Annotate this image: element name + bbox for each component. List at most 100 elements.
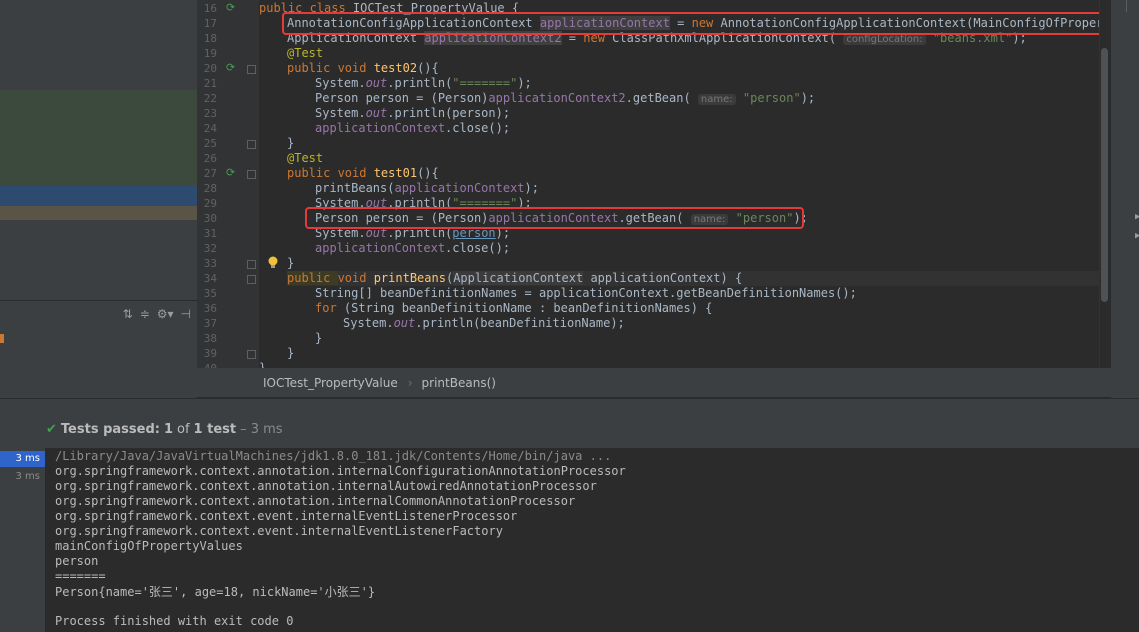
breadcrumb: IOCTest_PropertyValue › printBeans()	[197, 368, 1111, 397]
pin-icon[interactable]: ⊣	[181, 307, 191, 321]
run-test-icon[interactable]: ⟳	[226, 2, 238, 14]
code-line-29: System.out.println("=======");	[315, 196, 532, 211]
lightbulb-icon[interactable]	[268, 256, 278, 270]
editor-gutter: 16 17 18 19 20 21 22 23 24 25 26 27 28 29 30 31 32 33 34 35…	[197, 0, 259, 375]
line-number: 31	[203, 227, 217, 240]
console-line: =======	[55, 569, 106, 583]
code-line-26: @Test	[287, 151, 323, 166]
code-line-36: for (String beanDefinitionName : beanDef…	[315, 301, 712, 316]
code-line-24: applicationContext.close();	[315, 121, 510, 136]
code-token: );	[495, 226, 511, 240]
line-number: 39	[203, 347, 217, 360]
code-token: (String beanDefinitionName : beanDefinit…	[343, 301, 713, 315]
code-token: applicationContext) {	[583, 271, 743, 285]
code-token[interactable]: person	[452, 226, 495, 240]
code-token: );	[517, 196, 532, 210]
code-token: AnnotationConfigApplicationContext	[287, 16, 540, 30]
code-line-17: AnnotationConfigApplicationContext appli…	[287, 16, 1099, 31]
code-token: }	[259, 361, 267, 368]
breadcrumb-class[interactable]: IOCTest_PropertyValue	[263, 376, 398, 390]
code-token: applicationContext	[539, 16, 670, 30]
code-line-31: System.out.println(person);	[315, 226, 510, 241]
expand-arrow-icon[interactable]: ▶	[1135, 212, 1139, 222]
fold-marker-icon[interactable]	[247, 275, 256, 284]
fold-marker-icon[interactable]	[247, 140, 256, 149]
code-line-30: Person person = (Person)applicationConte…	[315, 211, 808, 226]
code-token: }	[315, 331, 323, 345]
code-token: AnnotationConfigApplicationContext(MainC…	[720, 16, 1099, 30]
line-number: 34	[203, 272, 217, 285]
fold-marker-icon[interactable]	[247, 65, 256, 74]
fold-marker-icon[interactable]	[247, 170, 256, 179]
console-output[interactable]: /Library/Java/JavaVirtualMachines/jdk1.8…	[46, 448, 1139, 632]
code-token: public class	[259, 1, 353, 15]
line-number: 18	[203, 32, 217, 45]
code-token: .println(	[387, 196, 453, 210]
code-token: applicationContext	[488, 211, 619, 225]
code-line-23: System.out.println(person);	[315, 106, 510, 121]
line-number: 37	[203, 317, 217, 330]
code-line-34: public void printBeans(ApplicationContex…	[287, 271, 1099, 286]
split-icon[interactable]: ≑	[140, 307, 150, 321]
line-number: 27	[203, 167, 217, 180]
code-token: }	[287, 346, 295, 360]
line-number: 35	[203, 287, 217, 300]
console-line: Person{name='张三', age=18, nickName='小张三'…	[55, 585, 376, 599]
expand-arrow-icon[interactable]: ▶	[1135, 231, 1139, 241]
line-number: 38	[203, 332, 217, 345]
code-token: System.	[343, 316, 394, 330]
code-line-20: public void test02(){	[287, 61, 439, 76]
scrollbar-thumb[interactable]	[1101, 48, 1108, 302]
align-icon[interactable]: ⇅	[123, 307, 133, 321]
code-token: System.	[315, 76, 366, 90]
divider	[1126, 0, 1127, 12]
code-token: Person person = (Person)	[315, 211, 489, 225]
line-number: 29	[203, 197, 217, 210]
of-text: of	[177, 422, 190, 437]
line-number: 32	[203, 242, 217, 255]
annotation: @Test	[287, 46, 324, 60]
line-number: 25	[203, 137, 217, 150]
code-token: public void	[287, 61, 374, 75]
fold-marker-icon[interactable]	[247, 350, 256, 359]
code-token: applicationContext2	[424, 31, 562, 45]
code-token: );	[800, 91, 816, 105]
code-token: (){	[417, 61, 439, 75]
method-name: test02	[373, 61, 418, 75]
code-token: applicationContext	[394, 181, 525, 195]
code-token: .getBean(	[625, 91, 698, 105]
fold-marker-icon[interactable]	[247, 260, 256, 269]
test-tree-item[interactable]: 3 ms	[0, 451, 45, 467]
code-token: .println(	[387, 76, 453, 90]
code-line-39: }	[287, 346, 294, 361]
code-token: String[] beanDefinitionNames = applicati…	[315, 286, 857, 300]
check-icon: ✔	[46, 422, 57, 437]
code-token: .println(beanDefinitionName);	[415, 316, 625, 330]
code-token: );	[517, 76, 532, 90]
line-number: 28	[203, 182, 217, 195]
code-token: out	[393, 316, 416, 330]
code-line-33: }	[287, 256, 294, 271]
project-tree-row[interactable]	[0, 206, 197, 220]
parameter-hint: configLocation:	[843, 34, 926, 45]
run-test-icon[interactable]: ⟳	[226, 167, 238, 179]
code-editor[interactable]: public class IOCTest_PropertyValue { Ann…	[259, 0, 1099, 368]
code-token: =	[561, 31, 584, 45]
code-token: }	[287, 256, 295, 270]
code-token: applicationContext2	[488, 91, 626, 105]
test-tree-item[interactable]: 3 ms	[0, 469, 45, 485]
breadcrumb-method[interactable]: printBeans()	[422, 376, 496, 390]
code-line-35: String[] beanDefinitionNames = applicati…	[315, 286, 857, 301]
code-line-37: System.out.println(beanDefinitionName);	[343, 316, 625, 331]
status-prefix: Tests passed:	[60, 422, 160, 437]
line-number: 21	[203, 77, 217, 90]
line-number: 23	[203, 107, 217, 120]
gear-icon[interactable]: ⚙▾	[157, 307, 174, 321]
code-line-27: public void test01(){	[287, 166, 439, 181]
code-token: out	[365, 106, 388, 120]
project-tree-row-selected[interactable]	[0, 186, 197, 206]
project-tree-row[interactable]	[0, 90, 197, 186]
run-test-icon[interactable]: ⟳	[226, 62, 238, 74]
code-token: for	[315, 301, 344, 315]
line-number: 19	[203, 47, 217, 60]
